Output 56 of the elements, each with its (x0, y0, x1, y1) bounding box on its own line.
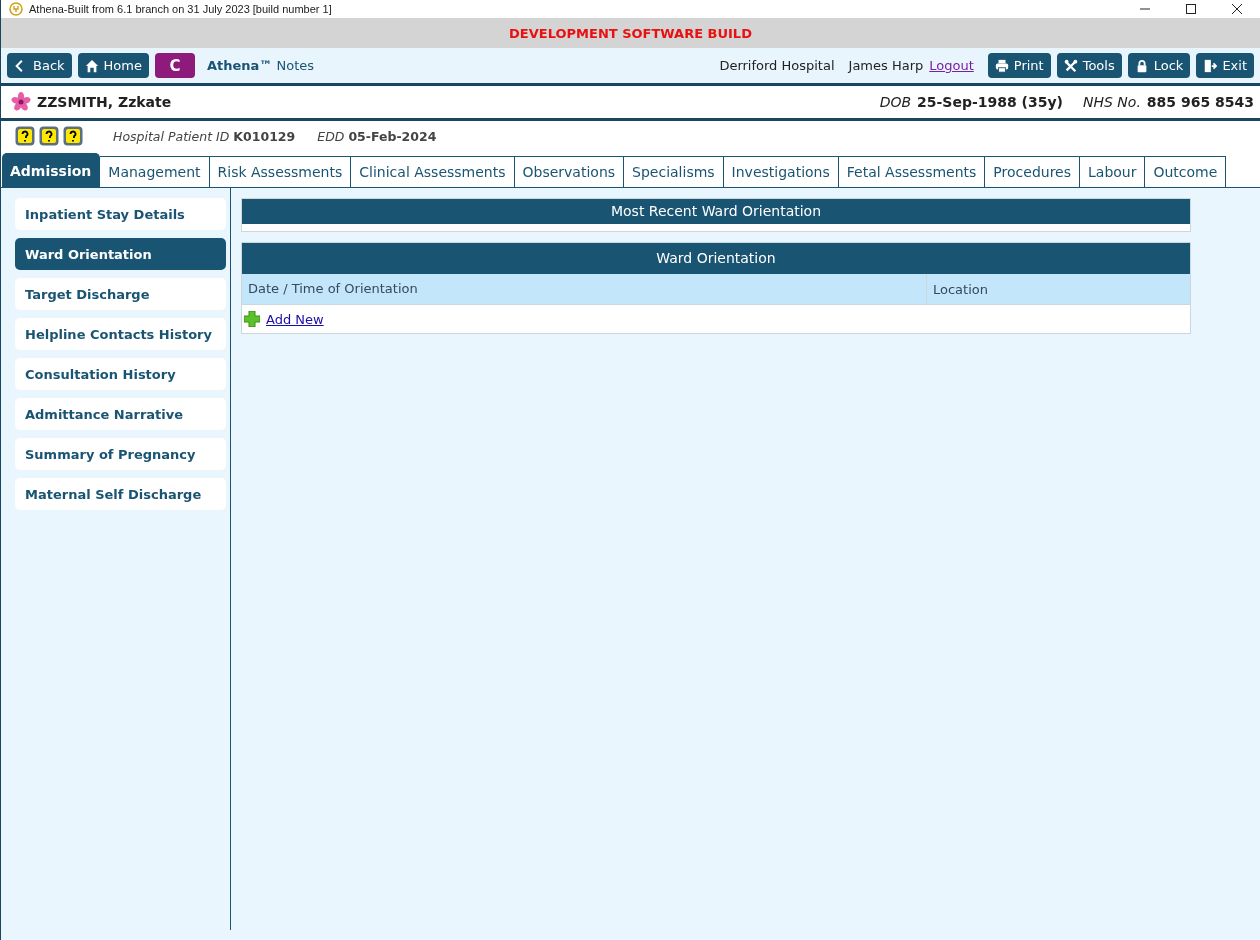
hospital-name: Derriford Hospital (719, 58, 835, 73)
tab[interactable]: Risk Assessments (209, 156, 352, 187)
app-icon (9, 2, 23, 16)
sidebar-item[interactable]: Consultation History (15, 358, 226, 390)
tab[interactable]: Investigations (723, 156, 839, 187)
home-icon (84, 58, 99, 73)
logout-link[interactable]: Logout (929, 58, 974, 73)
build-warning-text: DEVELOPMENT SOFTWARE BUILD (509, 25, 752, 41)
tab[interactable]: Fetal Assessments (838, 156, 986, 187)
user-name: James Harp (848, 58, 924, 73)
app-title: Athena™ Notes (206, 58, 314, 73)
c-button[interactable]: C (154, 53, 195, 78)
lock-button[interactable]: Lock (1127, 53, 1191, 78)
alert-icon[interactable] (63, 126, 83, 146)
panel-header: Most Recent Ward Orientation (242, 199, 1190, 224)
edd-label: EDD (317, 128, 345, 144)
home-button[interactable]: Home (77, 53, 149, 78)
tab[interactable]: Observations (514, 156, 625, 187)
tools-icon (1063, 58, 1078, 73)
plus-icon (244, 311, 260, 327)
nhs-value: 885 965 8543 (1146, 94, 1254, 110)
dob-label: DOB (879, 94, 912, 110)
add-new-link[interactable]: Add New (266, 311, 324, 327)
back-button[interactable]: Back (7, 53, 72, 78)
sidebar-item[interactable]: Admittance Narrative (15, 398, 226, 430)
sidebar-item[interactable]: Helpline Contacts History (15, 318, 226, 350)
tab[interactable]: Labour (1080, 156, 1146, 187)
exit-icon (1203, 58, 1218, 73)
window-title: Athena-Built from 6.1 branch on 31 July 2023 [build number 1] (29, 3, 333, 15)
nhs-label: NHS No. (1083, 94, 1141, 110)
tab[interactable]: Admission (2, 153, 101, 187)
panel-header: Ward Orientation (242, 243, 1190, 274)
sidebar-item[interactable]: Target Discharge (15, 278, 226, 310)
hospital-id-value: K010129 (233, 128, 296, 144)
alert-icon[interactable] (39, 126, 59, 146)
printer-icon (994, 58, 1009, 73)
sidebar-item[interactable]: Maternal Self Discharge (15, 478, 226, 510)
alert-icon[interactable] (15, 126, 35, 146)
print-button[interactable]: Print (987, 53, 1051, 78)
edd-value: 05-Feb-2024 (348, 128, 437, 144)
hospital-id-label: Hospital Patient ID (113, 128, 230, 144)
tab[interactable]: Outcome (1145, 156, 1227, 187)
tab[interactable]: Clinical Assessments (351, 156, 515, 187)
tab[interactable]: Management (100, 156, 210, 187)
tools-button[interactable]: Tools (1056, 53, 1122, 78)
sidebar-item[interactable]: Inpatient Stay Details (15, 198, 226, 230)
patient-name: ZZSMITH, Zzkate (37, 94, 172, 110)
exit-button[interactable]: Exit (1196, 53, 1254, 78)
flower-icon (11, 92, 31, 112)
sidebar-item[interactable]: Summary of Pregnancy (15, 438, 226, 470)
column-header: Location (932, 281, 989, 297)
tab[interactable]: Specialisms (624, 156, 724, 187)
column-header: Date / Time of Orientation (242, 274, 927, 304)
tab[interactable]: Procedures (985, 156, 1080, 187)
sidebar-item[interactable]: Ward Orientation (15, 238, 226, 270)
dob-value: 25-Sep-1988 (35y) (917, 94, 1063, 110)
